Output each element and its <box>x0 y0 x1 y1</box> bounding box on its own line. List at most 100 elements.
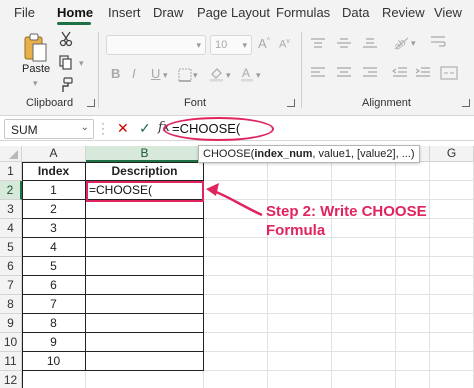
cell-g11[interactable] <box>430 352 474 371</box>
cell-g12[interactable] <box>430 371 474 388</box>
row-header-6[interactable]: 6 <box>0 257 22 276</box>
paste-label[interactable]: Paste <box>22 63 50 75</box>
cell-a8[interactable]: 7 <box>22 295 86 314</box>
cell-g8[interactable] <box>430 295 474 314</box>
cell-c4[interactable] <box>204 219 268 238</box>
cell-f1[interactable] <box>396 162 430 181</box>
cell-e1[interactable] <box>332 162 396 181</box>
select-all-button[interactable] <box>0 146 22 162</box>
cell-b10[interactable] <box>86 333 204 352</box>
font-size-combo[interactable]: 10 ▾ <box>210 35 252 55</box>
formula-input[interactable]: =CHOOSE( <box>172 121 240 136</box>
cell-c1[interactable] <box>204 162 268 181</box>
cell-c12[interactable] <box>204 371 268 388</box>
row-header-3[interactable]: 3 <box>0 200 22 219</box>
cell-d8[interactable] <box>268 295 332 314</box>
cell-c5[interactable] <box>204 238 268 257</box>
clipboard-launcher-icon[interactable] <box>87 99 95 107</box>
column-header-b[interactable]: B <box>86 146 204 162</box>
row-header-1[interactable]: 1 <box>0 162 22 181</box>
cell-b4[interactable] <box>86 219 204 238</box>
cell-g5[interactable] <box>430 238 474 257</box>
cell-b1[interactable]: Description <box>86 162 204 181</box>
tab-insert[interactable]: Insert <box>108 5 141 20</box>
cell-a2[interactable]: 1 <box>22 181 86 200</box>
cell-f5[interactable] <box>396 238 430 257</box>
font-launcher-icon[interactable] <box>287 99 295 107</box>
cell-e5[interactable] <box>332 238 396 257</box>
cell-f9[interactable] <box>396 314 430 333</box>
orientation-dropdown-icon[interactable]: ▾ <box>411 38 416 49</box>
cell-d5[interactable] <box>268 238 332 257</box>
cell-a3[interactable]: 2 <box>22 200 86 219</box>
align-bottom-icon[interactable] <box>362 36 378 54</box>
tab-view[interactable]: View <box>434 5 462 20</box>
copy-dropdown-icon[interactable]: ▾ <box>79 58 84 69</box>
cell-f6[interactable] <box>396 257 430 276</box>
cell-e8[interactable] <box>332 295 396 314</box>
cell-c6[interactable] <box>204 257 268 276</box>
merge-center-icon[interactable] <box>440 66 458 85</box>
tab-formulas[interactable]: Formulas <box>276 5 330 20</box>
tab-review[interactable]: Review <box>382 5 425 20</box>
row-header-9[interactable]: 9 <box>0 314 22 333</box>
cell-a5[interactable]: 4 <box>22 238 86 257</box>
cell-d11[interactable] <box>268 352 332 371</box>
row-header-8[interactable]: 8 <box>0 295 22 314</box>
wrap-text-icon[interactable] <box>430 35 446 54</box>
cell-g10[interactable] <box>430 333 474 352</box>
tab-home[interactable]: Home <box>57 5 93 20</box>
cell-a1[interactable]: Index <box>22 162 86 181</box>
font-name-combo[interactable]: ▾ <box>106 35 206 55</box>
cell-f11[interactable] <box>396 352 430 371</box>
orientation-icon[interactable]: ab <box>392 34 410 55</box>
align-right-icon[interactable] <box>362 66 378 85</box>
cell-d1[interactable] <box>268 162 332 181</box>
cell-d9[interactable] <box>268 314 332 333</box>
cut-icon[interactable] <box>59 31 73 52</box>
cell-a6[interactable]: 5 <box>22 257 86 276</box>
cell-c9[interactable] <box>204 314 268 333</box>
cell-b8[interactable] <box>86 295 204 314</box>
enter-icon[interactable]: ✓ <box>139 120 151 137</box>
row-header-2[interactable]: 2 <box>0 181 22 200</box>
cell-f7[interactable] <box>396 276 430 295</box>
cell-g9[interactable] <box>430 314 474 333</box>
cell-b3[interactable] <box>86 200 204 219</box>
cell-e11[interactable] <box>332 352 396 371</box>
cell-f8[interactable] <box>396 295 430 314</box>
cell-c10[interactable] <box>204 333 268 352</box>
cell-f2[interactable] <box>396 181 430 200</box>
insert-function-icon[interactable]: fx <box>158 120 170 135</box>
cell-c2[interactable] <box>204 181 268 200</box>
row-header-11[interactable]: 11 <box>0 352 22 371</box>
name-box-dropdown-icon[interactable]: ⌄ <box>81 122 89 133</box>
font-color-dropdown-icon[interactable]: ▾ <box>256 70 261 81</box>
more-options-icon[interactable]: · · · <box>101 117 105 139</box>
align-left-icon[interactable] <box>310 66 326 85</box>
tab-data[interactable]: Data <box>342 5 369 20</box>
column-header-a[interactable]: A <box>22 146 86 162</box>
copy-icon[interactable] <box>59 55 73 76</box>
function-tooltip[interactable]: CHOOSE(index_num, value1, [value2], ...) <box>198 145 420 163</box>
tab-draw[interactable]: Draw <box>153 5 183 20</box>
cell-a11[interactable]: 10 <box>22 352 86 371</box>
decrease-font-icon[interactable]: Av <box>279 38 290 51</box>
cell-d12[interactable] <box>268 371 332 388</box>
cell-g7[interactable] <box>430 276 474 295</box>
paste-dropdown-icon[interactable]: ▾ <box>33 78 38 89</box>
tooltip-bold-arg[interactable]: index_num <box>254 148 312 160</box>
format-painter-icon[interactable] <box>58 77 74 98</box>
cancel-icon[interactable]: ✕ <box>117 120 129 137</box>
align-middle-icon[interactable] <box>336 36 352 54</box>
row-header-12[interactable]: 12 <box>0 371 22 388</box>
cell-a7[interactable]: 6 <box>22 276 86 295</box>
cell-b12[interactable] <box>86 371 204 388</box>
borders-dropdown-icon[interactable]: ▾ <box>193 70 198 81</box>
increase-font-icon[interactable]: A^ <box>258 36 270 51</box>
cell-e7[interactable] <box>332 276 396 295</box>
cell-g6[interactable] <box>430 257 474 276</box>
font-color-icon[interactable]: A <box>240 66 254 87</box>
fill-color-icon[interactable] <box>209 66 225 87</box>
active-cell-input[interactable]: =CHOOSE( <box>89 183 152 197</box>
